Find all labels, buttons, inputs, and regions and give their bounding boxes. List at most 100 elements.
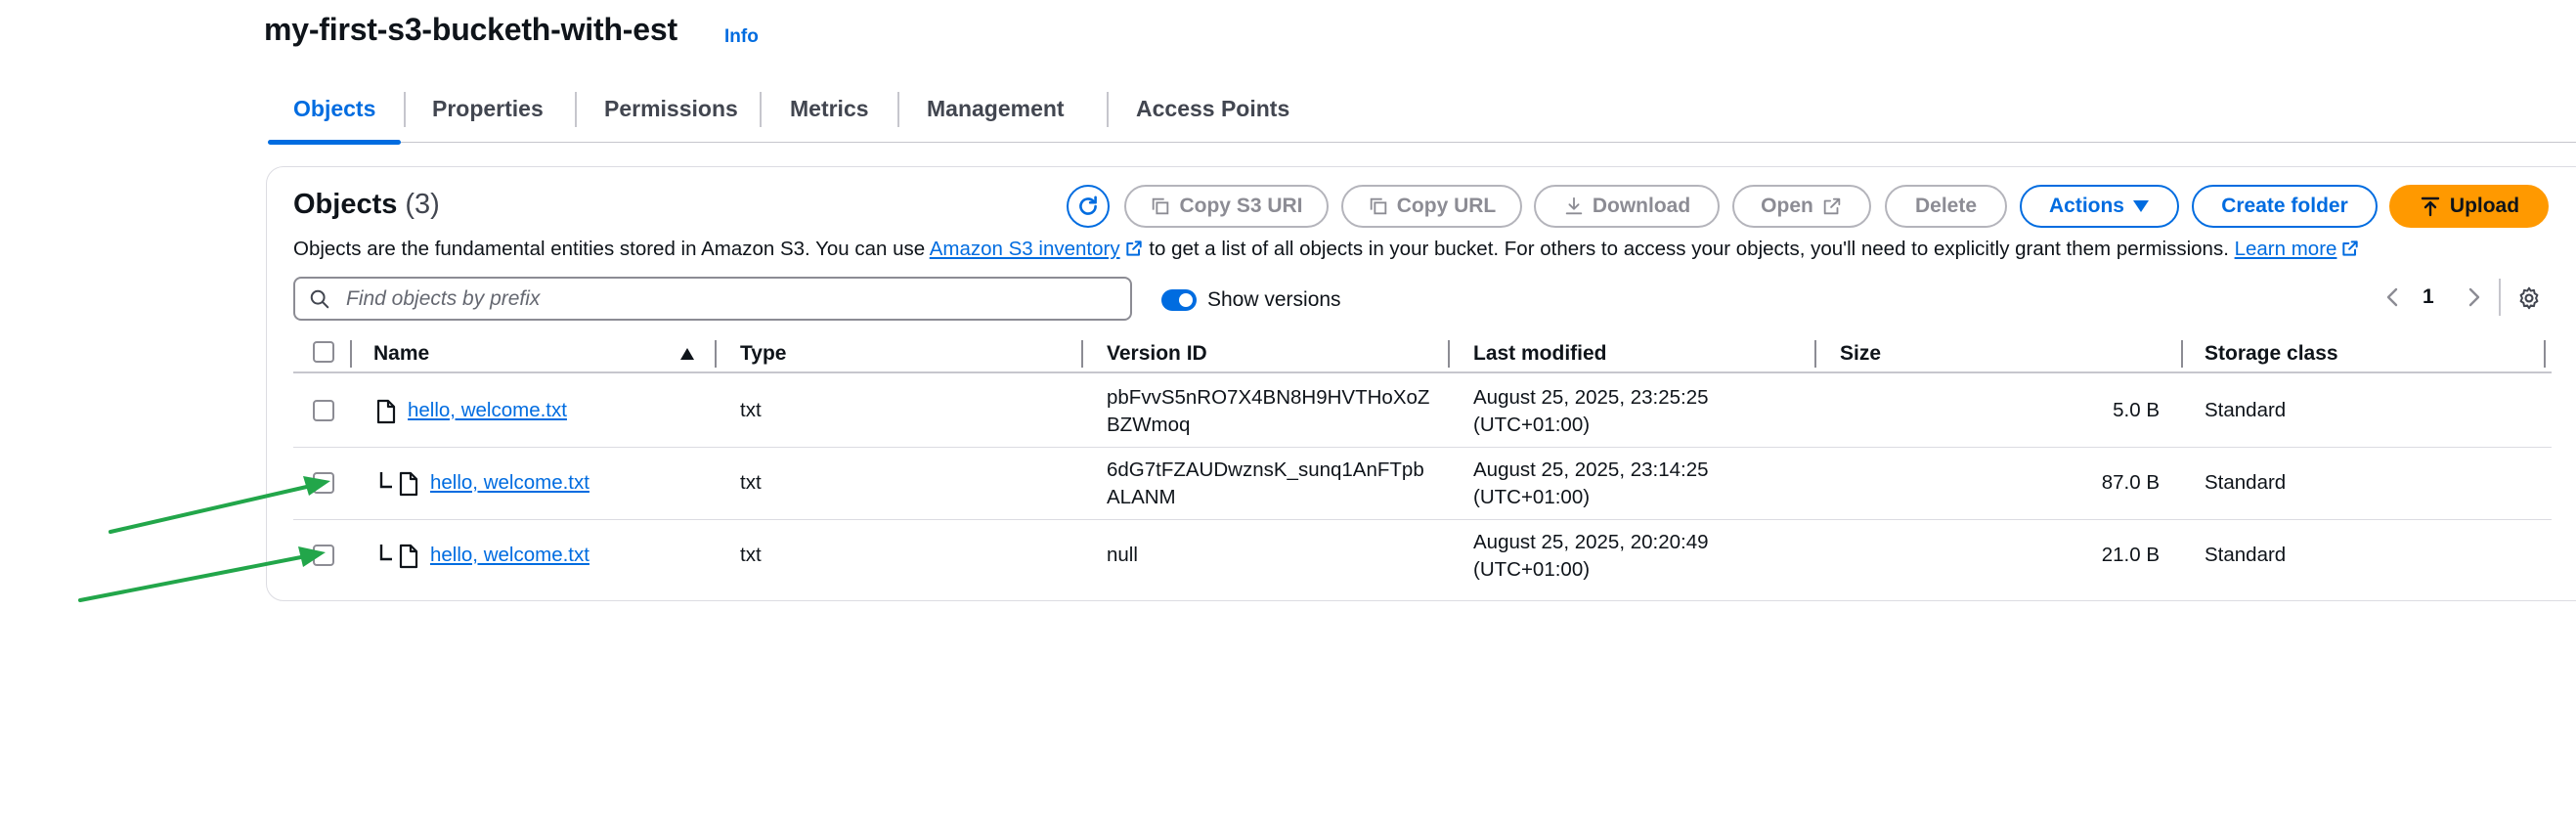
table-row: hello, welcome.txt txt null August 25, 2… (293, 520, 2552, 592)
version-id: null (1107, 544, 1138, 566)
file-icon (376, 399, 396, 424)
column-header-last-modified[interactable]: Last modified (1473, 342, 1607, 366)
description-text-2: to get a list of all objects in your buc… (1143, 238, 2235, 260)
tab-objects[interactable]: Objects (268, 76, 402, 145)
file-icon (399, 471, 418, 497)
s3-inventory-link[interactable]: Amazon S3 inventory (930, 238, 1120, 260)
show-versions-toggle[interactable] (1161, 289, 1197, 311)
chevron-right-icon[interactable] (2462, 285, 2485, 309)
copy-s3-uri-label: Copy S3 URI (1179, 195, 1303, 217)
tab-properties[interactable]: Properties (407, 76, 569, 143)
download-label: Download (1592, 195, 1691, 217)
tab-permissions[interactable]: Permissions (579, 76, 764, 143)
upload-label: Upload (2449, 195, 2520, 217)
last-modified-date: August 25, 2025, 23:25:25 (1473, 386, 1709, 409)
tab-management[interactable]: Management (901, 76, 1090, 143)
tab-separator (897, 92, 899, 127)
download-icon (1565, 196, 1583, 215)
file-icon (399, 544, 418, 569)
chevron-left-icon[interactable] (2381, 285, 2405, 309)
tab-separator (575, 92, 577, 127)
last-modified-timezone: (UTC+01:00) (1473, 414, 1591, 436)
version-id: 6dG7tFZAUDwznsK_sunq1AnFTpb ALANM (1107, 457, 1424, 511)
tab-metrics[interactable]: Metrics (764, 76, 895, 143)
refresh-icon (1079, 196, 1097, 215)
table-header: Name Type Version ID Last modified Size … (293, 334, 2552, 373)
refresh-button[interactable] (1067, 185, 1110, 228)
column-separator (1814, 340, 1816, 368)
toggle-knob (1179, 293, 1193, 307)
copy-s3-uri-button[interactable]: Copy S3 URI (1124, 185, 1329, 228)
gear-icon[interactable] (2516, 285, 2542, 311)
row-checkbox[interactable] (313, 545, 334, 566)
tab-separator (404, 92, 406, 127)
open-button[interactable]: Open (1732, 185, 1871, 228)
external-link-icon (1125, 240, 1142, 256)
upload-icon (2421, 196, 2440, 217)
column-header-size[interactable]: Size (1840, 342, 1881, 366)
column-separator (1081, 340, 1083, 368)
tab-bar: Objects Properties Permissions Metrics M… (268, 76, 2576, 145)
version-id-line: 6dG7tFZAUDwznsK_sunq1AnFTpb (1107, 458, 1424, 481)
search-box (293, 277, 1132, 321)
row-checkbox[interactable] (313, 472, 334, 494)
last-modified-date: August 25, 2025, 23:14:25 (1473, 458, 1709, 481)
objects-count: (3) (405, 189, 440, 220)
last-modified: August 25, 2025, 23:25:25 (UTC+01:00) (1473, 384, 1709, 439)
objects-description: Objects are the fundamental entities sto… (293, 238, 2360, 261)
column-separator (715, 340, 717, 368)
object-name-link[interactable]: hello, welcome.txt (430, 471, 589, 495)
info-link[interactable]: Info (724, 26, 759, 48)
actions-button[interactable]: Actions (2020, 185, 2179, 228)
bucket-title: my-first-s3-bucketh-with-est (264, 12, 677, 47)
create-folder-button[interactable]: Create folder (2192, 185, 2378, 228)
search-input[interactable] (344, 279, 1116, 319)
objects-heading: Objects (3) (293, 189, 440, 221)
object-type: txt (740, 471, 762, 494)
storage-class: Standard (2205, 399, 2287, 421)
select-all-checkbox[interactable] (313, 341, 334, 363)
table-row: hello, welcome.txt txt pbFvvS5nRO7X4BN8H… (293, 375, 2552, 448)
caret-down-icon (2133, 200, 2149, 212)
page-number[interactable]: 1 (2423, 285, 2434, 309)
objects-heading-label: Objects (293, 189, 398, 220)
object-size: 5.0 B (2113, 399, 2160, 421)
table-row: hello, welcome.txt txt 6dG7tFZAUDwznsK_s… (293, 448, 2552, 520)
column-header-type[interactable]: Type (740, 342, 786, 366)
sort-ascending-icon[interactable] (679, 347, 695, 361)
last-modified-timezone: (UTC+01:00) (1473, 486, 1591, 508)
object-type: txt (740, 544, 762, 566)
delete-button[interactable]: Delete (1885, 185, 2007, 228)
object-name-link[interactable]: hello, welcome.txt (430, 544, 589, 567)
external-link-icon (2342, 240, 2359, 256)
column-separator (2181, 340, 2183, 368)
copy-url-button[interactable]: Copy URL (1341, 185, 1522, 228)
object-type: txt (740, 399, 762, 421)
download-button[interactable]: Download (1534, 185, 1720, 228)
show-versions-label: Show versions (1207, 288, 1341, 311)
upload-button[interactable]: Upload (2389, 185, 2549, 228)
open-label: Open (1761, 195, 1813, 217)
tab-access-points[interactable]: Access Points (1111, 76, 1315, 143)
column-separator (350, 340, 352, 368)
version-id: pbFvvS5nRO7X4BN8H9HVTHoXoZ BZWmoq (1107, 384, 1429, 439)
row-checkbox[interactable] (313, 400, 334, 421)
column-header-name[interactable]: Name (373, 342, 429, 366)
pager-separator (2499, 279, 2501, 316)
object-name-link[interactable]: hello, welcome.txt (408, 399, 567, 422)
copy-icon (1153, 197, 1169, 215)
external-link-icon (1823, 197, 1841, 215)
learn-more-link[interactable]: Learn more (2235, 238, 2337, 260)
object-size: 87.0 B (2101, 471, 2160, 494)
version-id-line: ALANM (1107, 486, 1176, 508)
last-modified: August 25, 2025, 20:20:49 (UTC+01:00) (1473, 529, 1709, 584)
object-size: 21.0 B (2101, 544, 2160, 566)
copy-url-label: Copy URL (1396, 195, 1497, 217)
version-branch-icon (379, 472, 392, 489)
storage-class: Standard (2205, 544, 2287, 566)
storage-class: Standard (2205, 471, 2287, 494)
version-id-line: BZWmoq (1107, 414, 1191, 436)
column-header-storage-class[interactable]: Storage class (2205, 342, 2338, 366)
column-separator (2544, 340, 2546, 368)
column-header-version-id[interactable]: Version ID (1107, 342, 1207, 366)
